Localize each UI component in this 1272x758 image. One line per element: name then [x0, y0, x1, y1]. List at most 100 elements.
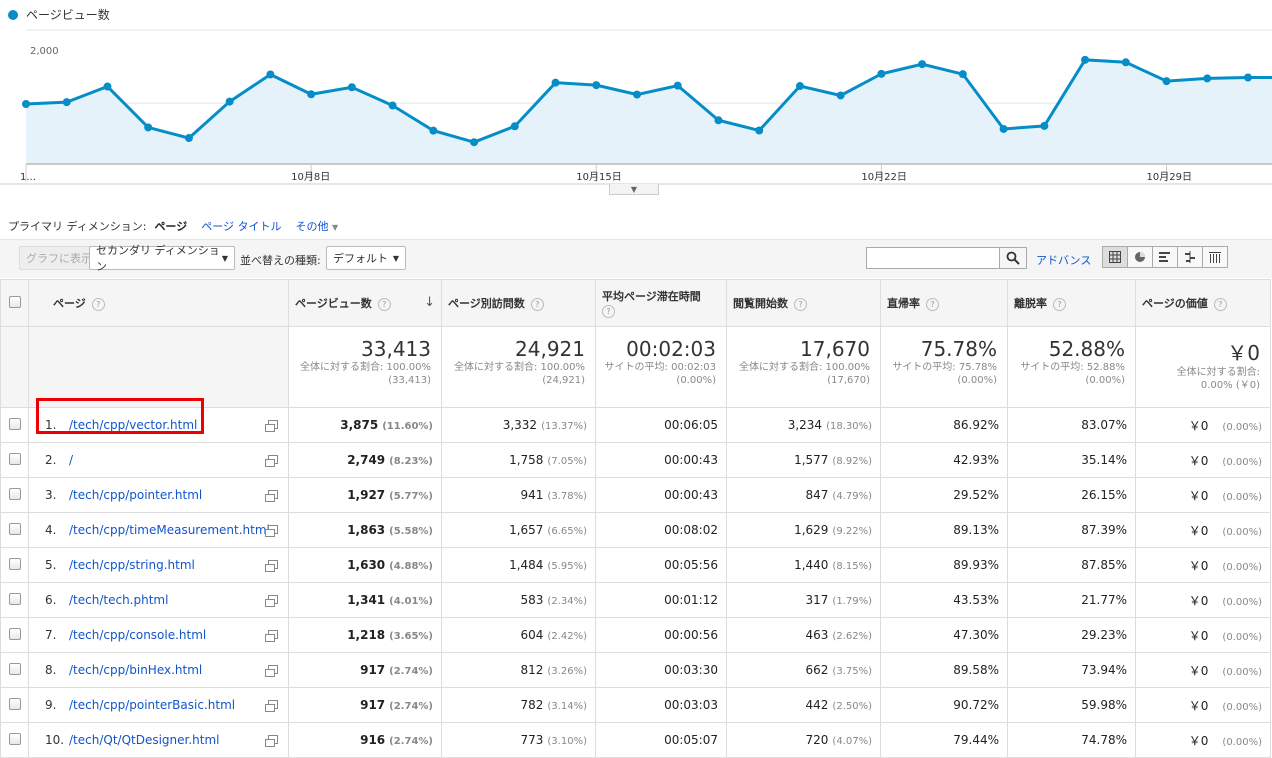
pageviews-chart: 2,0001,0001...10月8日10月15日10月22日10月29日	[0, 29, 1272, 185]
view-pie-button[interactable]	[1127, 246, 1153, 268]
summary-value: 00:02:03	[626, 337, 716, 361]
data-point	[307, 90, 316, 99]
row-checkbox[interactable]	[9, 732, 21, 745]
unique-pageviews-cell: 812 (3.26%)	[441, 652, 596, 688]
view-comparison-button[interactable]	[1177, 246, 1203, 268]
column-header-bounce-rate[interactable]: 直帰率?	[880, 279, 1008, 327]
plot-rows-button[interactable]: グラフに表示	[19, 246, 99, 270]
page-link[interactable]: /tech/Qt/QtDesigner.html	[69, 733, 220, 747]
row-checkbox[interactable]	[9, 662, 21, 675]
pageviews-cell: 917 (2.74%)	[288, 652, 442, 688]
entrances-cell: 847 (4.79%)	[726, 477, 881, 513]
help-icon[interactable]: ?	[91, 297, 105, 311]
secondary-dimension-select[interactable]: セカンダリ ディメンション ▼	[89, 244, 235, 273]
open-page-icon[interactable]	[265, 560, 278, 572]
row-checkbox[interactable]	[9, 627, 21, 640]
column-header-label: ページの価値	[1142, 297, 1208, 310]
row-rank: 5.	[45, 558, 57, 572]
help-icon[interactable]: ?	[530, 297, 544, 311]
help-icon[interactable]: ?	[1053, 297, 1066, 311]
view-pivot-button[interactable]	[1202, 246, 1228, 268]
page-link[interactable]: /tech/cpp/timeMeasurement.html	[69, 523, 270, 537]
view-table-button[interactable]	[1102, 246, 1128, 268]
column-header-page[interactable]: ページ?	[28, 279, 289, 327]
column-header-avg-time[interactable]: 平均ページ滞在時間?	[595, 279, 727, 327]
open-page-icon[interactable]	[265, 455, 278, 467]
open-page-icon[interactable]	[265, 595, 278, 607]
page-value-percent: (0.00%)	[1222, 596, 1262, 608]
row-checkbox[interactable]	[9, 697, 21, 710]
open-page-icon[interactable]	[265, 665, 278, 677]
data-point	[225, 97, 234, 106]
open-page-icon[interactable]	[265, 735, 278, 747]
row-checkbox-cell	[0, 407, 29, 443]
unique-pageviews-percent: (7.05%)	[547, 456, 587, 467]
page-link[interactable]: /tech/cpp/pointer.html	[69, 488, 202, 502]
avg-time-cell: 00:08:02	[595, 512, 727, 548]
entrances-cell: 463 (2.62%)	[726, 617, 881, 653]
table-row: 4. /tech/cpp/timeMeasurement.html 1,863 (5.…	[0, 512, 1271, 548]
view-performance-button[interactable]	[1152, 246, 1178, 268]
open-page-icon[interactable]	[265, 700, 278, 712]
row-checkbox[interactable]	[9, 557, 21, 570]
avg-time-value: 00:00:56	[664, 628, 718, 642]
open-page-icon[interactable]	[265, 525, 278, 537]
page-link[interactable]: /tech/tech.phtml	[69, 593, 168, 607]
column-header-entrances[interactable]: 閲覧開始数?	[726, 279, 881, 327]
y-tick-label: 2,000	[30, 46, 59, 57]
column-header-exit-rate[interactable]: 離脱率?	[1007, 279, 1136, 327]
page-link[interactable]: /tech/cpp/console.html	[69, 628, 206, 642]
table-header-row: ページ? ページビュー数? ↓ ページ別訪問数? 平均ページ滞在時間? 閲覧開始数…	[0, 279, 1271, 327]
row-checkbox[interactable]	[9, 487, 21, 500]
dimension-page-title-link[interactable]: ページ タイトル	[201, 218, 281, 234]
row-rank: 2.	[45, 453, 57, 467]
row-checkbox-cell	[0, 477, 29, 513]
help-icon[interactable]: ?	[602, 304, 615, 318]
pageviews-cell: 917 (2.74%)	[288, 687, 442, 723]
help-icon[interactable]: ?	[926, 297, 939, 311]
search-button[interactable]	[999, 247, 1027, 269]
page-link[interactable]: /tech/cpp/string.html	[69, 558, 195, 572]
row-checkbox-cell	[0, 652, 29, 688]
data-table: ページ? ページビュー数? ↓ ページ別訪問数? 平均ページ滞在時間? 閲覧開始数…	[0, 279, 1271, 758]
summary-detail: サイトの平均: 52.88%	[1020, 362, 1125, 373]
column-header-pageviews[interactable]: ページビュー数? ↓	[288, 279, 442, 327]
data-point	[1121, 58, 1130, 67]
column-header-page-value[interactable]: ページの価値?	[1135, 279, 1271, 327]
page-link[interactable]: /tech/cpp/binHex.html	[69, 663, 202, 677]
data-point	[103, 82, 112, 91]
sort-type-select[interactable]: デフォルト ▼	[326, 246, 406, 270]
bounce-rate-cell: 90.72%	[880, 687, 1008, 723]
open-page-icon[interactable]	[265, 630, 278, 642]
chart-expand-handle[interactable]: ▼	[609, 184, 659, 195]
advanced-filter-link[interactable]: アドバンス	[1036, 252, 1091, 268]
row-checkbox[interactable]	[9, 522, 21, 535]
row-checkbox[interactable]	[9, 417, 21, 430]
open-page-icon[interactable]	[265, 490, 278, 502]
summary-detail: (0.00%)	[1085, 375, 1125, 386]
entrances-value: 1,629	[794, 523, 829, 537]
unique-pageviews-value: 782	[520, 698, 544, 712]
help-icon[interactable]: ?	[794, 297, 807, 311]
entrances-value: 3,234	[787, 418, 823, 432]
bounce-rate-value: 29.52%	[953, 488, 999, 502]
pageviews-cell: 1,927 (5.77%)	[288, 477, 442, 513]
row-checkbox[interactable]	[9, 592, 21, 605]
column-header-unique-pageviews[interactable]: ページ別訪問数?	[441, 279, 596, 327]
data-point	[673, 81, 682, 90]
column-header-label: 平均ページ滞在時間	[602, 290, 701, 304]
unique-pageviews-value: 1,484	[509, 558, 544, 572]
row-checkbox-cell	[0, 442, 29, 478]
row-checkbox[interactable]	[9, 452, 21, 465]
help-icon[interactable]: ?	[377, 297, 391, 311]
dimension-more-dropdown[interactable]: その他 ▼	[296, 218, 339, 234]
exit-rate-value: 74.78%	[1081, 733, 1127, 747]
help-icon[interactable]: ?	[1213, 297, 1227, 311]
page-value-cell: ￥0 (0.00%)	[1135, 442, 1271, 478]
select-all-checkbox[interactable]	[8, 295, 21, 308]
page-link[interactable]: /	[69, 453, 73, 467]
exit-rate-value: 35.14%	[1081, 453, 1127, 467]
summary-cell: 33,413 全体に対する割合: 100.00% (33,413)	[288, 326, 442, 408]
page-link[interactable]: /tech/cpp/pointerBasic.html	[69, 698, 235, 712]
open-page-icon[interactable]	[265, 420, 278, 432]
